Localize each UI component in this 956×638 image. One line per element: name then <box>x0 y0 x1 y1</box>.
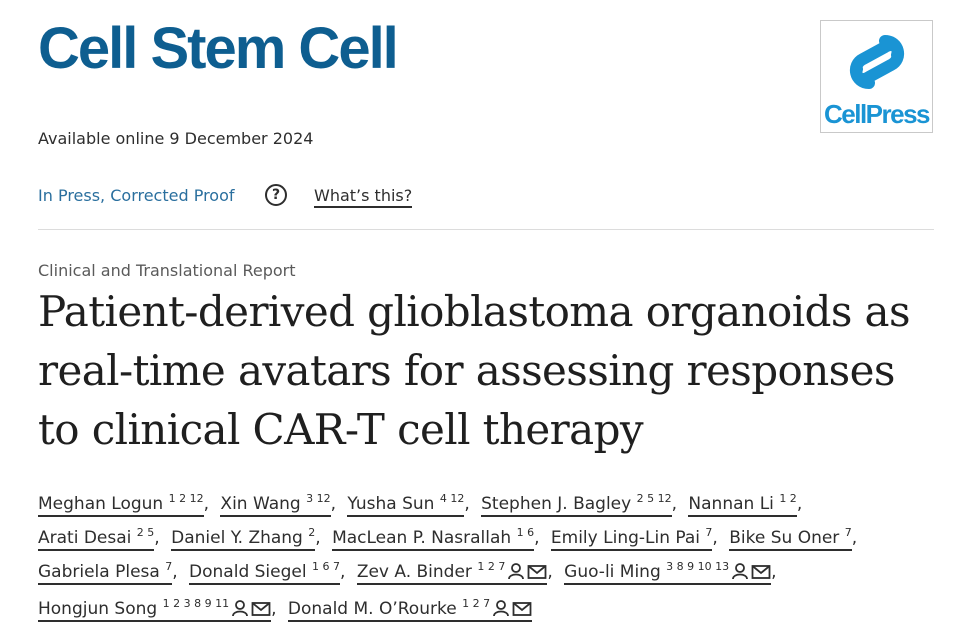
author-item: Zev A. Binder 1 2 7, <box>356 560 559 585</box>
person-icon <box>231 595 249 629</box>
author-separator: , <box>340 562 346 582</box>
author-item: Daniel Y. Zhang 2, <box>171 527 327 551</box>
author-separator: , <box>851 528 858 548</box>
article-title: Patient-derived glioblastoma organoids a… <box>38 287 911 454</box>
author-name: Daniel Y. Zhang <box>171 528 303 548</box>
question-circle-icon[interactable]: ? <box>265 184 287 206</box>
author-item: Hongjun Song 1 2 3 8 9 11, <box>38 597 282 622</box>
author-name: Emily Ling-Lin Pai <box>550 528 701 548</box>
divider <box>38 229 934 230</box>
cellpress-mark-icon <box>849 35 905 89</box>
author-list: Meghan Logun 1 2 12, Xin Wang 3 12, Yush… <box>38 487 938 629</box>
author-name: Donald Siegel <box>189 562 307 582</box>
author-item: Meghan Logun 1 2 12, <box>38 492 215 517</box>
author-affiliations: 1 2 <box>779 492 797 505</box>
author-item: Stephen J. Bagley 2 5 12, <box>481 492 683 517</box>
author-affiliations: 1 2 12 <box>168 492 204 505</box>
author-affiliations: 1 2 7 <box>462 597 491 610</box>
author-link[interactable]: MacLean P. Nasrallah 1 6 <box>332 526 535 551</box>
whats-this-link[interactable]: What’s this? <box>314 186 413 208</box>
article-type: Clinical and Translational Report <box>38 261 296 280</box>
author-affiliations: 3 12 <box>306 492 331 505</box>
person-icon <box>507 558 525 592</box>
author-separator: , <box>271 599 277 619</box>
author-separator: , <box>671 494 678 514</box>
author-link[interactable]: Zev A. Binder 1 2 7 <box>356 560 548 585</box>
author-separator: , <box>771 562 777 582</box>
author-link[interactable]: Yusha Sun 4 12 <box>347 492 465 517</box>
author-separator: , <box>464 494 470 514</box>
author-name: Xin Wang <box>220 494 301 514</box>
author-link[interactable]: Gabriela Plesa 7 <box>38 561 173 585</box>
author-name: Hongjun Song <box>38 599 158 619</box>
author-affiliations: 7 <box>844 526 852 539</box>
author-item: Donald Siegel 1 6 7, <box>189 560 351 585</box>
author-link[interactable]: Meghan Logun 1 2 12 <box>38 492 204 517</box>
author-separator: , <box>154 528 160 548</box>
author-link[interactable]: Bike Su Oner 7 <box>729 526 852 551</box>
in-press-label: In Press, Corrected Proof <box>38 186 235 205</box>
author-separator: , <box>796 494 803 514</box>
envelope-icon <box>751 558 771 592</box>
author-link[interactable]: Emily Ling-Lin Pai 7 <box>550 527 713 551</box>
author-link[interactable]: Guo-li Ming 3 8 9 10 13 <box>564 560 772 585</box>
author-item: Donald M. O’Rourke 1 2 7 <box>287 597 533 622</box>
author-item: Nannan Li 1 2, <box>688 492 808 517</box>
envelope-icon <box>251 595 271 629</box>
author-affiliations: 1 6 7 <box>312 560 340 573</box>
author-link[interactable]: Donald Siegel 1 6 7 <box>189 560 340 585</box>
author-name: Zev A. Binder <box>356 562 472 582</box>
author-link[interactable]: Stephen J. Bagley 2 5 12 <box>481 492 672 517</box>
author-item: Guo-li Ming 3 8 9 10 13, <box>564 560 782 585</box>
author-link[interactable]: Donald M. O’Rourke 1 2 7 <box>287 597 533 622</box>
author-separator: , <box>203 494 210 514</box>
author-item: MacLean P. Nasrallah 1 6, <box>332 526 545 551</box>
author-separator: , <box>172 562 178 582</box>
envelope-icon <box>527 558 547 592</box>
author-affiliations: 4 12 <box>439 492 465 505</box>
author-link[interactable]: Arati Desai 2 5 <box>38 526 155 551</box>
author-separator: , <box>712 528 718 548</box>
author-item: Arati Desai 2 5, <box>38 526 166 551</box>
author-link[interactable]: Hongjun Song 1 2 3 8 9 11 <box>38 597 272 622</box>
author-name: Gabriela Plesa <box>38 562 160 582</box>
author-name: Bike Su Oner <box>729 528 840 548</box>
author-affiliations: 1 2 3 8 9 11 <box>162 597 230 610</box>
author-name: Donald M. O’Rourke <box>287 599 457 619</box>
author-separator: , <box>330 494 336 514</box>
author-link[interactable]: Xin Wang 3 12 <box>220 492 331 517</box>
author-link[interactable]: Daniel Y. Zhang 2 <box>171 527 316 551</box>
person-icon <box>731 558 749 592</box>
author-affiliations: 3 8 9 10 13 <box>666 560 730 573</box>
author-item: Emily Ling-Lin Pai 7, <box>550 527 724 551</box>
journal-title[interactable]: Cell Stem Cell <box>38 20 399 78</box>
author-name: MacLean P. Nasrallah <box>332 528 512 548</box>
author-name: Yusha Sun <box>347 494 435 514</box>
author-item: Bike Su Oner 7, <box>729 526 863 551</box>
author-affiliations: 2 5 12 <box>636 492 672 505</box>
author-name: Nannan Li <box>688 494 774 514</box>
author-item: Gabriela Plesa 7, <box>38 561 184 585</box>
available-online-date: Available online 9 December 2024 <box>38 129 314 148</box>
author-item: Xin Wang 3 12, <box>220 492 342 517</box>
author-link[interactable]: Nannan Li 1 2 <box>688 492 797 517</box>
author-name: Arati Desai <box>38 528 132 548</box>
author-affiliations: 1 6 <box>516 526 535 539</box>
author-item: Yusha Sun 4 12, <box>347 492 475 517</box>
author-affiliations: 1 2 7 <box>477 560 506 573</box>
author-name: Meghan Logun <box>38 494 164 514</box>
cellpress-wordmark: CellPress <box>823 99 931 129</box>
author-separator: , <box>547 562 553 582</box>
author-separator: , <box>315 528 321 548</box>
envelope-icon <box>512 595 532 629</box>
person-icon <box>492 595 510 629</box>
author-name: Stephen J. Bagley <box>481 494 632 514</box>
author-separator: , <box>534 528 540 548</box>
cellpress-logo[interactable]: CellPress <box>820 20 933 133</box>
author-name: Guo-li Ming <box>564 562 661 582</box>
author-affiliations: 2 5 <box>136 526 155 539</box>
